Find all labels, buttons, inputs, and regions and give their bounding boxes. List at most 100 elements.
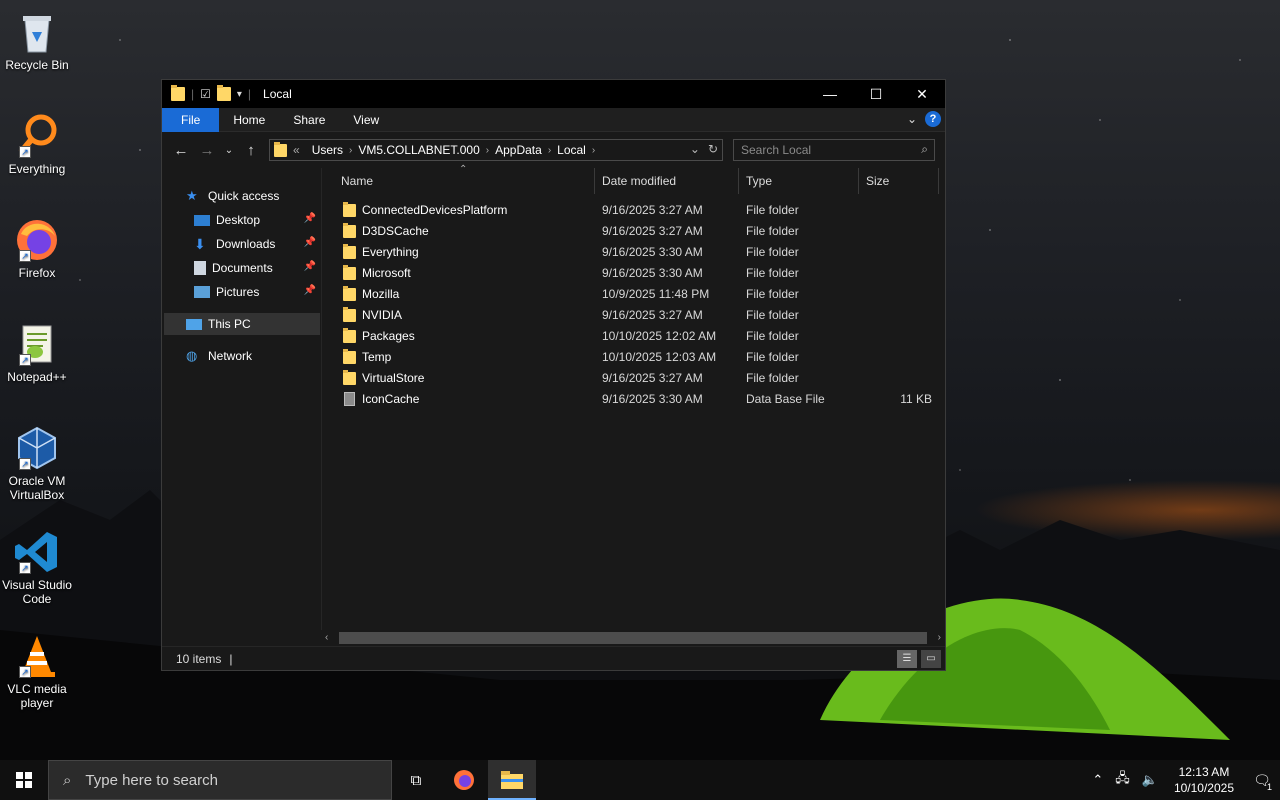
- refresh-icon[interactable]: ↻: [708, 142, 718, 156]
- address-history-chevron-icon[interactable]: ⌄: [690, 142, 700, 156]
- desktop-icon-vscode[interactable]: ↗ Visual Studio Code: [0, 528, 74, 606]
- breadcrumb-local[interactable]: Local: [551, 143, 592, 157]
- nav-this-pc[interactable]: This PC: [164, 313, 320, 335]
- documents-icon: [194, 261, 206, 275]
- breadcrumb-user-folder[interactable]: VM5.COLLABNET.000: [352, 143, 485, 157]
- nav-label: Downloads: [216, 237, 276, 251]
- show-hidden-icons-chevron-icon[interactable]: ⌃: [1086, 772, 1109, 788]
- minimize-button[interactable]: —: [807, 80, 853, 108]
- breadcrumb-separator-icon[interactable]: ›: [592, 145, 595, 156]
- pictures-icon: [194, 286, 210, 298]
- file-date: 9/16/2025 3:30 AM: [602, 266, 703, 280]
- clock-date: 10/10/2025: [1173, 781, 1234, 795]
- tab-view[interactable]: View: [339, 108, 393, 132]
- toolbar-divider: |: [247, 87, 252, 101]
- desktop-icon-notepadpp[interactable]: ↗ Notepad++: [0, 320, 74, 384]
- scrollbar-thumb[interactable]: [339, 632, 927, 644]
- recent-locations-chevron-icon[interactable]: ⌄: [224, 145, 234, 156]
- desktop-icon-recycle-bin[interactable]: Recycle Bin: [0, 8, 74, 72]
- volume-muted-icon[interactable]: 🔈: [1136, 772, 1164, 788]
- file-date: 9/16/2025 3:30 AM: [602, 392, 703, 406]
- column-header-size[interactable]: Size: [859, 168, 939, 194]
- desktop-icon-everything[interactable]: ↗ Everything: [0, 112, 74, 176]
- nav-quick-access[interactable]: ★ Quick access: [186, 185, 342, 207]
- file-explorer-window[interactable]: | ☑ ▾ | Local — ☐ ✕ File Home Share View…: [161, 79, 946, 671]
- file-size: 11 KB: [900, 392, 932, 406]
- taskbar-search-input[interactable]: [85, 771, 366, 789]
- large-icons-view-icon[interactable]: ▭: [921, 650, 941, 668]
- pin-icon[interactable]: 📌: [304, 285, 316, 296]
- column-header-type[interactable]: Type: [739, 168, 859, 194]
- desktop-icon-vlc[interactable]: ↗ VLC media player: [0, 632, 74, 710]
- action-center-button[interactable]: 🗨 1: [1244, 760, 1280, 800]
- windows-logo-icon: [16, 772, 32, 788]
- help-icon[interactable]: ?: [925, 111, 941, 127]
- pin-icon[interactable]: 📌: [304, 213, 316, 224]
- file-name: Mozilla: [362, 287, 400, 301]
- breadcrumb-appdata[interactable]: AppData: [489, 143, 548, 157]
- file-row[interactable]: Packages 10/10/2025 12:02 AM File folder: [322, 326, 946, 347]
- scroll-left-arrow-icon[interactable]: ‹: [325, 630, 328, 646]
- customize-toolbar-chevron-icon[interactable]: ▾: [237, 89, 242, 100]
- computer-icon: [186, 318, 202, 330]
- back-arrow-icon[interactable]: ←: [172, 142, 190, 159]
- column-header-date[interactable]: Date modified: [595, 168, 739, 194]
- address-bar[interactable]: « Users › VM5.COLLABNET.000 › AppData › …: [269, 139, 723, 161]
- file-date: 9/16/2025 3:27 AM: [602, 224, 703, 238]
- search-icon: ⌕: [63, 771, 72, 789]
- task-view-button[interactable]: ⧉: [392, 760, 440, 800]
- breadcrumb-overflow[interactable]: «: [287, 143, 306, 157]
- desktop-icon-firefox[interactable]: ↗ Firefox: [0, 216, 74, 280]
- file-row[interactable]: ConnectedDevicesPlatform 9/16/2025 3:27 …: [322, 200, 946, 221]
- tab-home[interactable]: Home: [219, 108, 279, 132]
- search-box[interactable]: ⌕: [733, 139, 935, 161]
- taskbar-firefox[interactable]: [440, 760, 488, 800]
- file-row[interactable]: NVIDIA 9/16/2025 3:27 AM File folder: [322, 305, 946, 326]
- title-bar[interactable]: | ☑ ▾ | Local — ☐ ✕: [162, 80, 945, 108]
- pin-icon[interactable]: 📌: [304, 261, 316, 272]
- folder-app-icon: [171, 85, 185, 101]
- file-type: File folder: [746, 371, 799, 385]
- network-status-icon[interactable]: 🖧: [1109, 769, 1136, 791]
- file-row[interactable]: Microsoft 9/16/2025 3:30 AM File folder: [322, 263, 946, 284]
- file-date: 10/10/2025 12:02 AM: [602, 329, 717, 343]
- search-input[interactable]: [741, 143, 911, 157]
- desktop-icon: [194, 214, 210, 226]
- file-row[interactable]: VirtualStore 9/16/2025 3:27 AM File fold…: [322, 368, 946, 389]
- file-row[interactable]: Everything 9/16/2025 3:30 AM File folder: [322, 242, 946, 263]
- file-explorer-icon: [501, 771, 523, 789]
- tab-file[interactable]: File: [162, 107, 220, 132]
- status-divider: |: [229, 651, 233, 666]
- file-row[interactable]: Temp 10/10/2025 12:03 AM File folder: [322, 347, 946, 368]
- system-tray: ⌃ 🖧 🔈 12:13 AM 10/10/2025 🗨 1: [1086, 760, 1280, 800]
- notepadpp-icon: ↗: [13, 320, 61, 368]
- tab-share[interactable]: Share: [279, 108, 339, 132]
- desktop-icon-label: Everything: [8, 162, 66, 176]
- start-button[interactable]: [0, 760, 48, 800]
- horizontal-scrollbar[interactable]: ‹ ›: [321, 630, 945, 646]
- properties-icon[interactable]: ☑: [200, 87, 211, 101]
- nav-network[interactable]: ◍ Network: [186, 345, 342, 367]
- file-row[interactable]: IconCache 9/16/2025 3:30 AM Data Base Fi…: [322, 389, 946, 410]
- folder-icon: [343, 223, 356, 238]
- desktop-icon-virtualbox[interactable]: ↗ Oracle VM VirtualBox: [0, 424, 74, 502]
- file-row[interactable]: Mozilla 10/9/2025 11:48 PM File folder: [322, 284, 946, 305]
- system-clock[interactable]: 12:13 AM 10/10/2025: [1164, 764, 1244, 796]
- pin-icon[interactable]: 📌: [304, 237, 316, 248]
- breadcrumb-users[interactable]: Users: [306, 143, 349, 157]
- forward-arrow-icon[interactable]: →: [198, 142, 216, 159]
- expand-ribbon-chevron-icon[interactable]: ⌄: [907, 112, 917, 126]
- folder-icon: [343, 244, 356, 259]
- taskbar-search-box[interactable]: ⌕: [48, 760, 392, 800]
- scroll-right-arrow-icon[interactable]: ›: [938, 630, 941, 646]
- up-arrow-icon[interactable]: ↑: [242, 142, 260, 159]
- file-row[interactable]: D3DSCache 9/16/2025 3:27 AM File folder: [322, 221, 946, 242]
- new-folder-icon[interactable]: [216, 85, 231, 101]
- column-header-name[interactable]: Name: [334, 168, 595, 194]
- maximize-button[interactable]: ☐: [853, 80, 899, 108]
- details-view-icon[interactable]: ☰: [897, 650, 917, 668]
- close-button[interactable]: ✕: [899, 80, 945, 108]
- nav-label: This PC: [208, 317, 251, 331]
- taskbar-file-explorer[interactable]: [488, 760, 536, 800]
- desktop-icon-label: Visual Studio Code: [2, 578, 72, 606]
